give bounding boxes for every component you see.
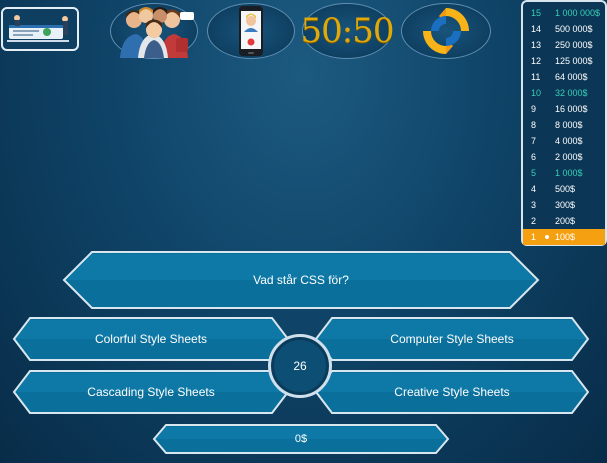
fifty-fifty-label: 50:50 bbox=[300, 11, 395, 51]
ladder-level-amount: 4 000$ bbox=[555, 136, 583, 146]
ladder-level-2: 2 200$ bbox=[523, 213, 605, 229]
ladder-level-number: 14 bbox=[531, 24, 542, 34]
winnings-value: 0$ bbox=[294, 433, 308, 445]
countdown-timer: 26 bbox=[268, 334, 332, 398]
ladder-level-amount: 500$ bbox=[555, 184, 576, 194]
ladder-level-15: 15 1 000 000$ bbox=[523, 5, 605, 21]
ladder-level-number: 12 bbox=[531, 56, 542, 66]
ladder-level-number: 11 bbox=[531, 72, 541, 82]
phone-icon bbox=[239, 6, 263, 56]
ladder-level-number: 1 bbox=[531, 232, 537, 242]
game-logo bbox=[1, 7, 79, 51]
answer-b-button[interactable]: Computer Style Sheets bbox=[314, 316, 590, 362]
ladder-level-amount: 300$ bbox=[555, 200, 576, 210]
ladder-level-6: 6 2 000$ bbox=[523, 149, 605, 165]
answer-d-text: Creative Style Sheets bbox=[394, 385, 510, 399]
phone-a-friend-lifeline[interactable] bbox=[207, 3, 295, 59]
ladder-level-amount: 64 000$ bbox=[555, 72, 588, 82]
ladder-level-8: 8 8 000$ bbox=[523, 117, 605, 133]
question-box: Vad står CSS för? bbox=[62, 250, 540, 310]
ladder-level-amount: 500 000$ bbox=[555, 24, 593, 34]
switch-arrows-icon bbox=[423, 8, 469, 54]
ladder-level-12: 12 125 000$ bbox=[523, 53, 605, 69]
current-winnings: 0$ bbox=[152, 423, 450, 455]
ladder-level-1: 1 100$ bbox=[523, 229, 605, 245]
ladder-level-amount: 100$ bbox=[555, 232, 576, 242]
ladder-level-amount: 8 000$ bbox=[555, 120, 583, 130]
ladder-level-amount: 250 000$ bbox=[555, 40, 593, 50]
ladder-level-5: 5 1 000$ bbox=[523, 165, 605, 181]
ladder-level-13: 13 250 000$ bbox=[523, 37, 605, 53]
ladder-level-7: 7 4 000$ bbox=[523, 133, 605, 149]
money-ladder: 15 1 000 000$ 14 500 000$ 13 250 000$ 12 125 00… bbox=[521, 0, 607, 246]
ladder-level-number: 3 bbox=[531, 200, 537, 210]
timer-value: 26 bbox=[293, 359, 307, 373]
question-text: Vad står CSS för? bbox=[253, 273, 349, 287]
answer-d-button[interactable]: Creative Style Sheets bbox=[314, 369, 590, 415]
answer-b-text: Computer Style Sheets bbox=[390, 332, 514, 346]
answer-c-text: Cascading Style Sheets bbox=[87, 385, 215, 399]
answer-a-text: Colorful Style Sheets bbox=[94, 332, 208, 346]
ladder-level-3: 3 300$ bbox=[523, 197, 605, 213]
answer-c-button[interactable]: Cascading Style Sheets bbox=[12, 369, 290, 415]
ladder-level-number: 6 bbox=[531, 152, 537, 162]
audience-icon bbox=[120, 7, 194, 58]
ladder-level-number: 15 bbox=[531, 8, 542, 18]
ladder-level-number: 13 bbox=[531, 40, 542, 50]
ladder-level-11: 11 64 000$ bbox=[523, 69, 605, 85]
ladder-level-amount: 16 000$ bbox=[555, 104, 588, 114]
current-level-marker bbox=[545, 235, 549, 239]
ladder-level-number: 9 bbox=[531, 104, 537, 114]
ladder-level-number: 7 bbox=[531, 136, 537, 146]
ladder-level-number: 5 bbox=[531, 168, 537, 178]
ask-the-audience-lifeline[interactable] bbox=[110, 3, 198, 59]
ladder-level-14: 14 500 000$ bbox=[523, 21, 605, 37]
ladder-level-amount: 2 000$ bbox=[555, 152, 583, 162]
ladder-level-number: 4 bbox=[531, 184, 537, 194]
answer-a-button[interactable]: Colorful Style Sheets bbox=[12, 316, 290, 362]
fifty-fifty-lifeline[interactable]: 50:50 bbox=[300, 3, 395, 59]
ladder-level-number: 2 bbox=[531, 216, 537, 226]
ladder-level-amount: 125 000$ bbox=[555, 56, 593, 66]
ladder-level-amount: 200$ bbox=[555, 216, 576, 226]
ladder-level-number: 10 bbox=[531, 88, 542, 98]
ladder-level-amount: 1 000 000$ bbox=[555, 8, 601, 18]
ladder-level-amount: 32 000$ bbox=[555, 88, 588, 98]
switch-question-lifeline[interactable] bbox=[401, 3, 491, 59]
ladder-level-amount: 1 000$ bbox=[555, 168, 583, 178]
ladder-level-number: 8 bbox=[531, 120, 537, 130]
ladder-level-9: 9 16 000$ bbox=[523, 101, 605, 117]
ladder-level-4: 4 500$ bbox=[523, 181, 605, 197]
ladder-level-10: 10 32 000$ bbox=[523, 85, 605, 101]
